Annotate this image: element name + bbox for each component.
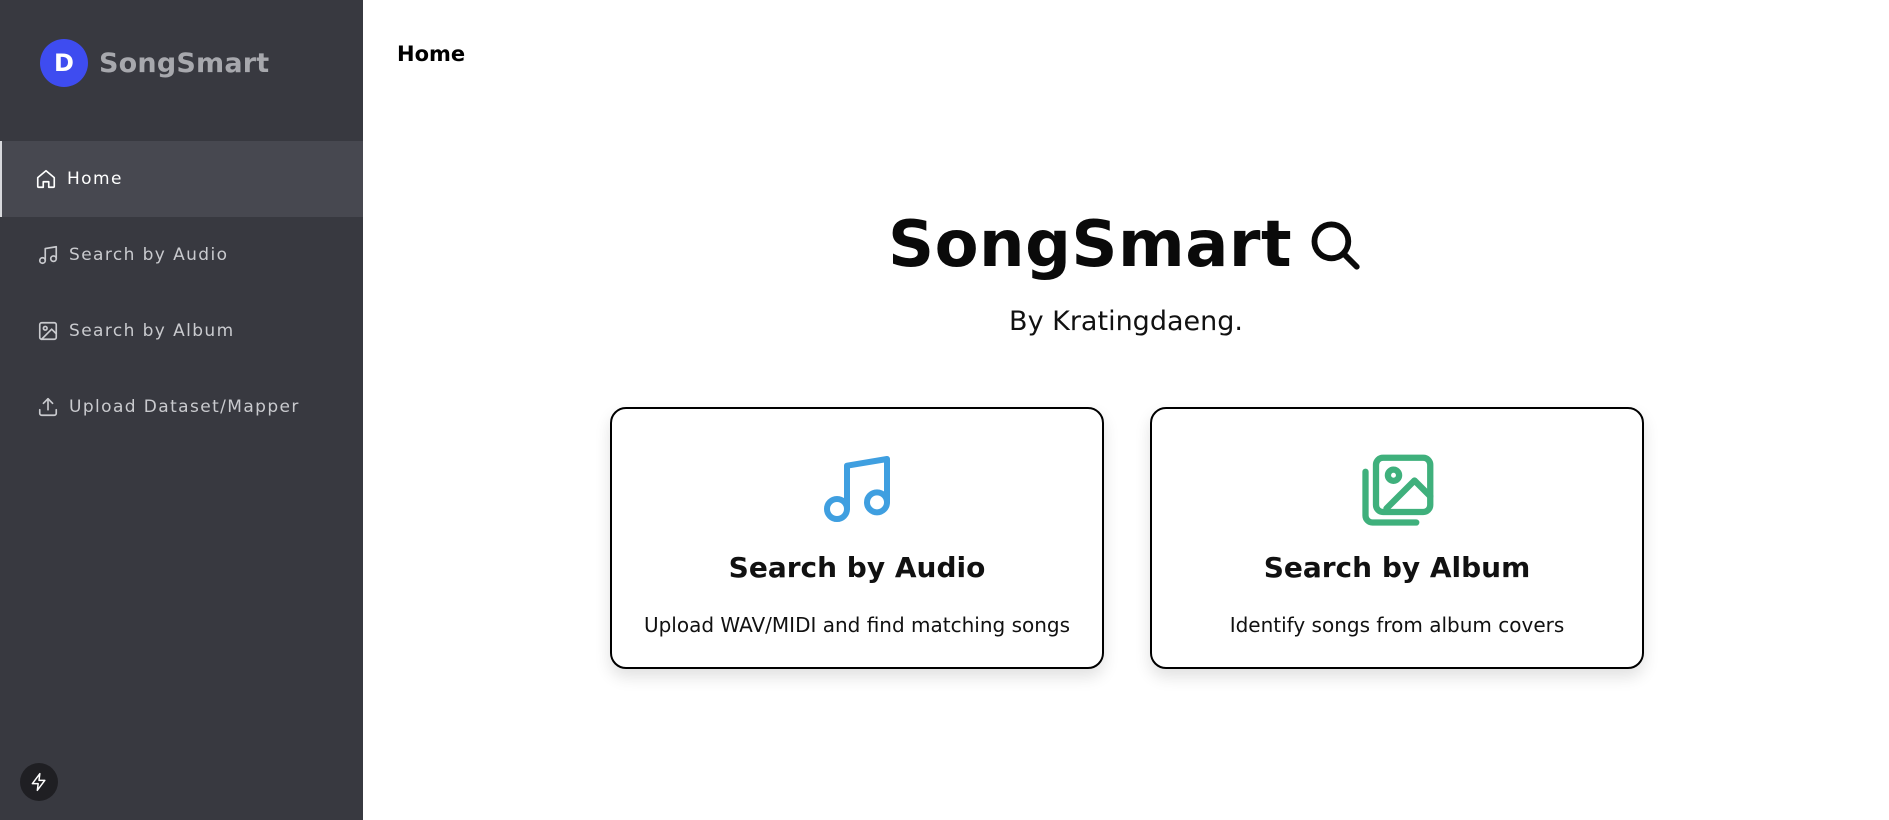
search-by-audio-card[interactable]: Search by Audio Upload WAV/MIDI and find… xyxy=(610,407,1104,669)
music-notes-icon xyxy=(612,449,1102,529)
hero-title: SongSmart xyxy=(888,208,1364,282)
sidebar-item-label: Home xyxy=(67,169,123,189)
music-note-icon xyxy=(37,244,59,266)
card-title: Search by Album xyxy=(1263,551,1531,584)
bolt-icon[interactable] xyxy=(20,763,58,801)
hero-subtitle: By Kratingdaeng. xyxy=(1009,306,1243,337)
brand-name: SongSmart xyxy=(99,47,270,79)
home-icon xyxy=(35,168,57,190)
sidebar-item-upload[interactable]: Upload Dataset/Mapper xyxy=(0,369,363,445)
sidebar: D SongSmart Home Search by Audio Search … xyxy=(0,0,363,820)
sidebar-item-label: Upload Dataset/Mapper xyxy=(69,397,300,417)
hero-title-text: SongSmart xyxy=(887,208,1293,282)
brand[interactable]: D SongSmart xyxy=(40,39,269,87)
sidebar-nav: Home Search by Audio Search by Album Upl… xyxy=(0,141,363,445)
upload-icon xyxy=(37,396,59,418)
sidebar-item-search-audio[interactable]: Search by Audio xyxy=(0,217,363,293)
card-description: Identify songs from album covers xyxy=(1229,613,1565,637)
brand-logo: D xyxy=(40,39,88,87)
sidebar-item-label: Search by Album xyxy=(69,321,235,341)
images-icon xyxy=(1152,449,1642,533)
hero: SongSmart xyxy=(363,208,1889,282)
page-title: Home xyxy=(397,42,466,66)
sidebar-item-home[interactable]: Home xyxy=(0,141,363,217)
sidebar-item-label: Search by Audio xyxy=(69,245,229,265)
search-icon xyxy=(1311,221,1360,270)
card-title: Search by Audio xyxy=(728,551,986,584)
card-description: Upload WAV/MIDI and find matching songs xyxy=(643,613,1071,637)
image-icon xyxy=(37,320,59,342)
search-by-album-card[interactable]: Search by Album Identify songs from albu… xyxy=(1150,407,1644,669)
sidebar-item-search-album[interactable]: Search by Album xyxy=(0,293,363,369)
